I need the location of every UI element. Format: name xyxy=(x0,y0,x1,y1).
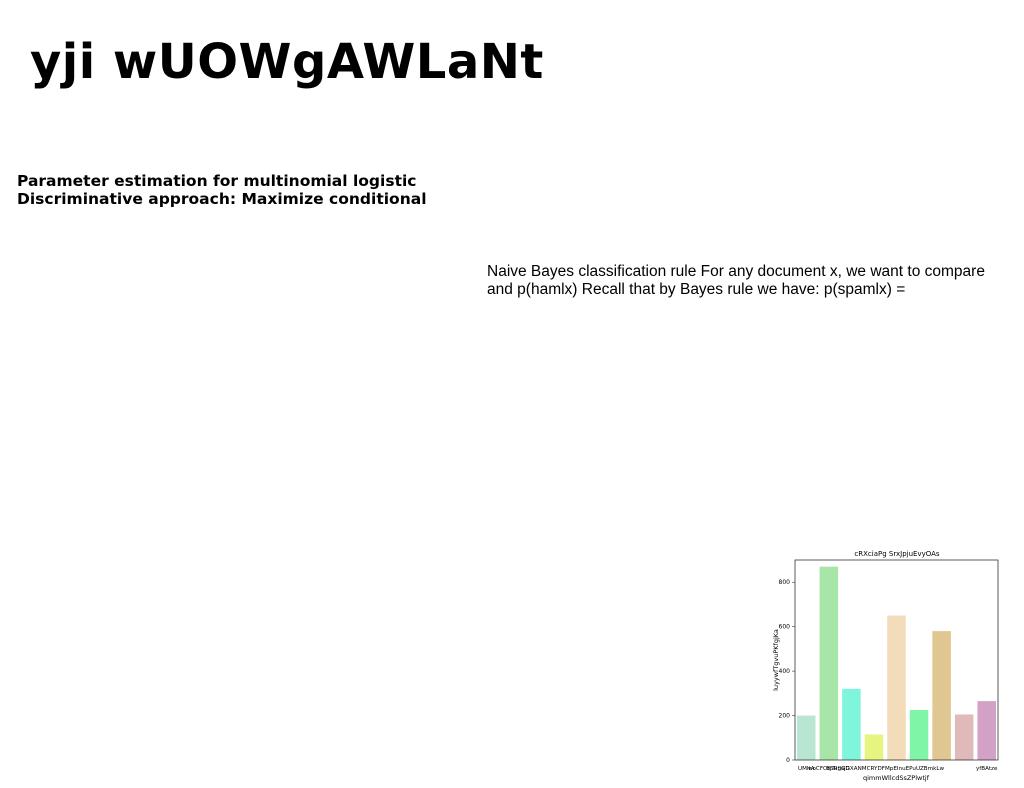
bars xyxy=(797,566,996,760)
bar xyxy=(909,710,929,760)
bar xyxy=(954,714,974,760)
section-subheading: Parameter estimation for multinomial log… xyxy=(17,172,427,208)
x-tick-label: BSRgsjGXANMCRYDFMpEInuEPuUZBmkLw xyxy=(826,766,944,772)
bar xyxy=(797,715,816,760)
subheading-line-2: Discriminative approach: Maximize condit… xyxy=(17,190,427,208)
y-tick-label: 600 xyxy=(779,624,791,631)
y-axis-label: luyywfTgvuPKfgjKa xyxy=(772,629,780,691)
bar xyxy=(977,701,996,760)
y-tick-label: 800 xyxy=(779,579,791,586)
bar xyxy=(842,688,861,760)
bar xyxy=(887,615,906,760)
page-title: yji wUOWgAWLaNt xyxy=(30,34,544,90)
y-tick-label: 0 xyxy=(786,757,790,764)
x-tick-label: yfBAtze xyxy=(976,766,998,772)
y-axis-ticks: 0 200 400 600 800 xyxy=(779,579,795,764)
y-tick-label: 200 xyxy=(779,713,791,720)
paragraph-line-1: Naive Bayes classification rule For any … xyxy=(487,263,985,280)
bar-chart: cRXciaPg SrxJpjuEvyOAs 0 200 400 600 800 luy… xyxy=(772,550,999,782)
chart-title: cRXciaPg SrxJpjuEvyOAs xyxy=(854,550,940,558)
paragraph-line-2: and p(hamlx) Recall that by Bayes rule w… xyxy=(487,281,906,298)
subheading-line-1: Parameter estimation for multinomial log… xyxy=(17,172,417,190)
body-paragraph: Naive Bayes classification rule For any … xyxy=(487,263,1017,299)
bar xyxy=(864,734,884,760)
x-tick-labels: UMItAwoCFOrjTufIGDBSRgsjGXANMCRYDFMpEInu… xyxy=(798,766,998,772)
bar xyxy=(819,566,839,760)
y-tick-label: 400 xyxy=(779,668,791,675)
bar xyxy=(932,631,951,760)
x-axis-label: qimmWllcdSsZPlwtjf xyxy=(863,774,930,782)
